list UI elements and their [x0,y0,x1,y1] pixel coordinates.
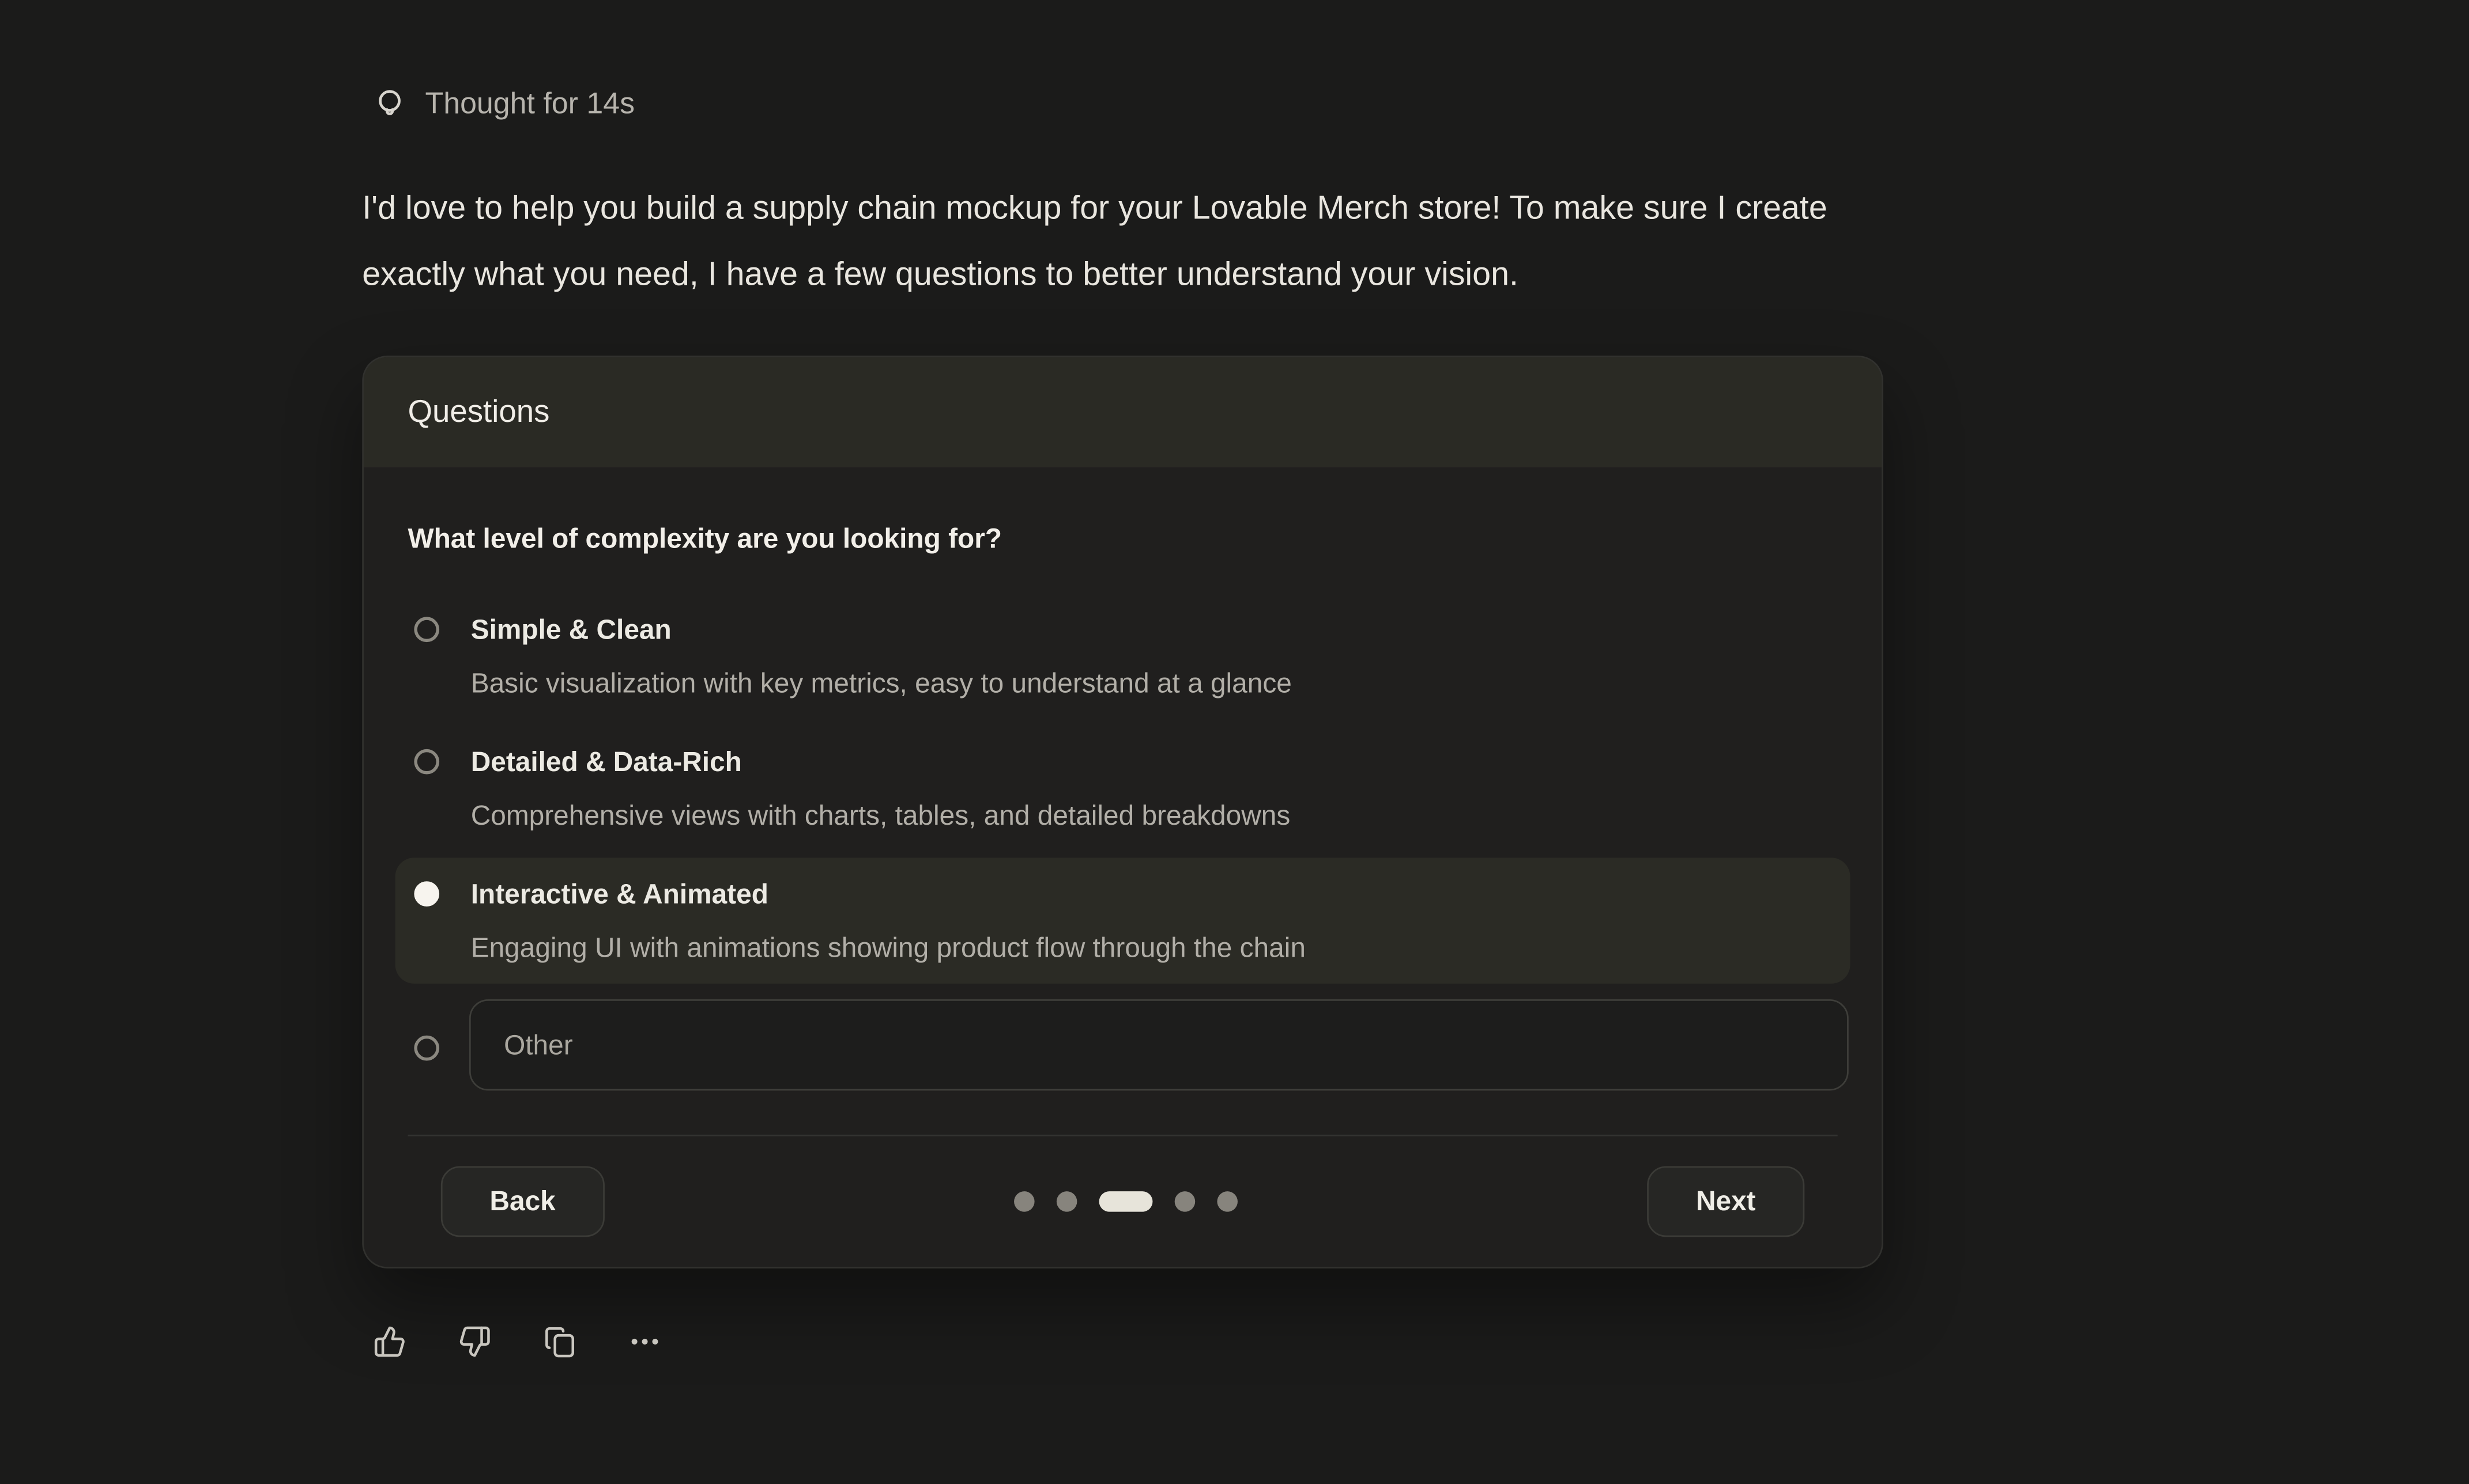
radio-selected-icon[interactable] [414,881,439,907]
radio-unselected-icon[interactable] [414,1034,439,1060]
option-description: Engaging UI with animations showing prod… [471,930,1306,965]
more-icon[interactable] [628,1325,661,1358]
option-label: Interactive & Animated [471,877,1306,911]
pagination-dots [1014,1191,1238,1211]
questions-card-body: What level of complexity are you looking… [364,467,1882,1267]
thinking-duration-label: Thought for 14s [425,88,635,122]
question-text: What level of complexity are you looking… [408,521,1837,556]
questions-card-header: Questions [364,357,1882,467]
option-detailed-data-rich[interactable]: Detailed & Data-Rich Comprehensive views… [395,726,1850,851]
message-line: exactly what you need, I have a few ques… [362,243,2252,309]
copy-icon[interactable] [543,1325,576,1358]
pagination-dot [1175,1191,1196,1211]
message-actions [373,1325,661,1358]
questions-card: Questions What level of complexity are y… [362,356,1883,1268]
option-texts: Interactive & Animated Engaging UI with … [471,877,1306,965]
assistant-message: I'd love to help you build a supply chai… [362,176,2252,308]
other-option-input[interactable] [469,999,1849,1090]
message-line: I'd love to help you build a supply chai… [362,176,2252,243]
radio-unselected-icon[interactable] [414,617,439,642]
option-other[interactable] [414,999,1848,1090]
radio-unselected-icon[interactable] [414,749,439,775]
pagination-dot [1014,1191,1035,1211]
pagination-active-pill [1099,1191,1152,1211]
option-texts: Simple & Clean Basic visualization with … [471,612,1292,700]
chat-message-view: Thought for 14s I'd love to help you bui… [0,0,2469,1484]
thinking-summary[interactable]: Thought for 14s [372,86,635,123]
option-simple-clean[interactable]: Simple & Clean Basic visualization with … [395,593,1850,719]
thumbs-up-icon[interactable] [373,1325,406,1358]
thumbs-down-icon[interactable] [458,1325,491,1358]
card-title: Questions [408,394,549,431]
questions-card-footer: Back Next [408,1135,1837,1267]
pagination-dot [1057,1191,1077,1211]
option-texts: Detailed & Data-Rich Comprehensive views… [471,745,1291,833]
option-label: Simple & Clean [471,612,1292,647]
option-label: Detailed & Data-Rich [471,745,1291,779]
option-description: Basic visualization with key metrics, ea… [471,666,1292,700]
back-button[interactable]: Back [441,1166,605,1237]
next-button[interactable]: Next [1647,1166,1804,1237]
pagination-dot [1217,1191,1238,1211]
option-description: Comprehensive views with charts, tables,… [471,798,1291,832]
lightbulb-icon [372,86,408,123]
option-interactive-animated[interactable]: Interactive & Animated Engaging UI with … [395,858,1850,983]
